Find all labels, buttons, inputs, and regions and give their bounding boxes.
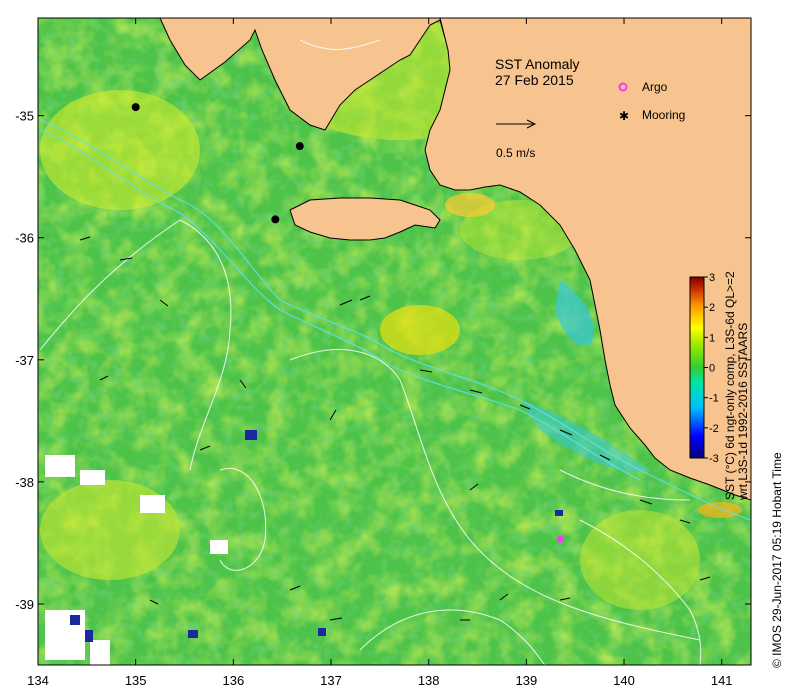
y-tick-label: -36 (15, 231, 34, 246)
colorbar-tick-label: 2 (709, 302, 715, 314)
warm-patch (580, 510, 700, 610)
warm-patch (445, 193, 495, 217)
y-tick-label: -37 (15, 353, 34, 368)
warm-patch (698, 502, 742, 518)
map-date: 27 Feb 2015 (495, 72, 574, 88)
x-tick-label: 139 (516, 673, 538, 688)
colorbar-tick-label: 0 (709, 363, 715, 375)
colorbar-label-line2: wrt L3S-1d 1992-2016 SSTAARS (736, 323, 750, 501)
colorbar-tick-label: 3 (709, 272, 715, 284)
scale-label: 0.5 m/s (496, 146, 535, 160)
credit-text: © IMOS 29-Jun-2017 05:19 Hobart Time (770, 452, 784, 668)
warm-patch (40, 90, 200, 210)
x-tick-label: 140 (613, 673, 635, 688)
y-tick-label: -38 (15, 475, 34, 490)
colorbar-ramp (689, 276, 705, 459)
x-tick-label: 135 (125, 673, 147, 688)
x-tick-label: 134 (27, 673, 49, 688)
argo-marker (557, 535, 565, 543)
mooring-marker (271, 215, 280, 224)
map-title: SST Anomaly (495, 56, 580, 72)
y-tick-label: -35 (15, 109, 34, 124)
colorbar-tick-label: -2 (709, 423, 719, 435)
x-tick-label: 138 (418, 673, 440, 688)
colorbar-tick-label: -3 (709, 453, 719, 465)
mooring-legend-label: Mooring (642, 108, 685, 122)
colorbar-label-line1: SST (°C) 6d ngt-only comp, L3S-6d QL>=2 (723, 271, 737, 500)
argo-legend-label: Argo (642, 80, 668, 94)
mooring-marker (295, 142, 304, 151)
x-tick-label: 136 (222, 673, 244, 688)
colorbar-tick-label: -1 (709, 393, 719, 405)
mooring-marker (131, 103, 140, 112)
x-tick-label: 137 (320, 673, 342, 688)
sst-anomaly-map: 134 135 136 137 138 139 140 141 -35 -36 -37 -38 -39… (15, 17, 784, 688)
warm-patch (380, 305, 460, 355)
mooring-legend-marker: ✱ (619, 109, 629, 123)
x-tick-label: 141 (711, 673, 733, 688)
colorbar-tick-label: 1 (709, 332, 715, 344)
y-tick-label: -39 (15, 597, 34, 612)
